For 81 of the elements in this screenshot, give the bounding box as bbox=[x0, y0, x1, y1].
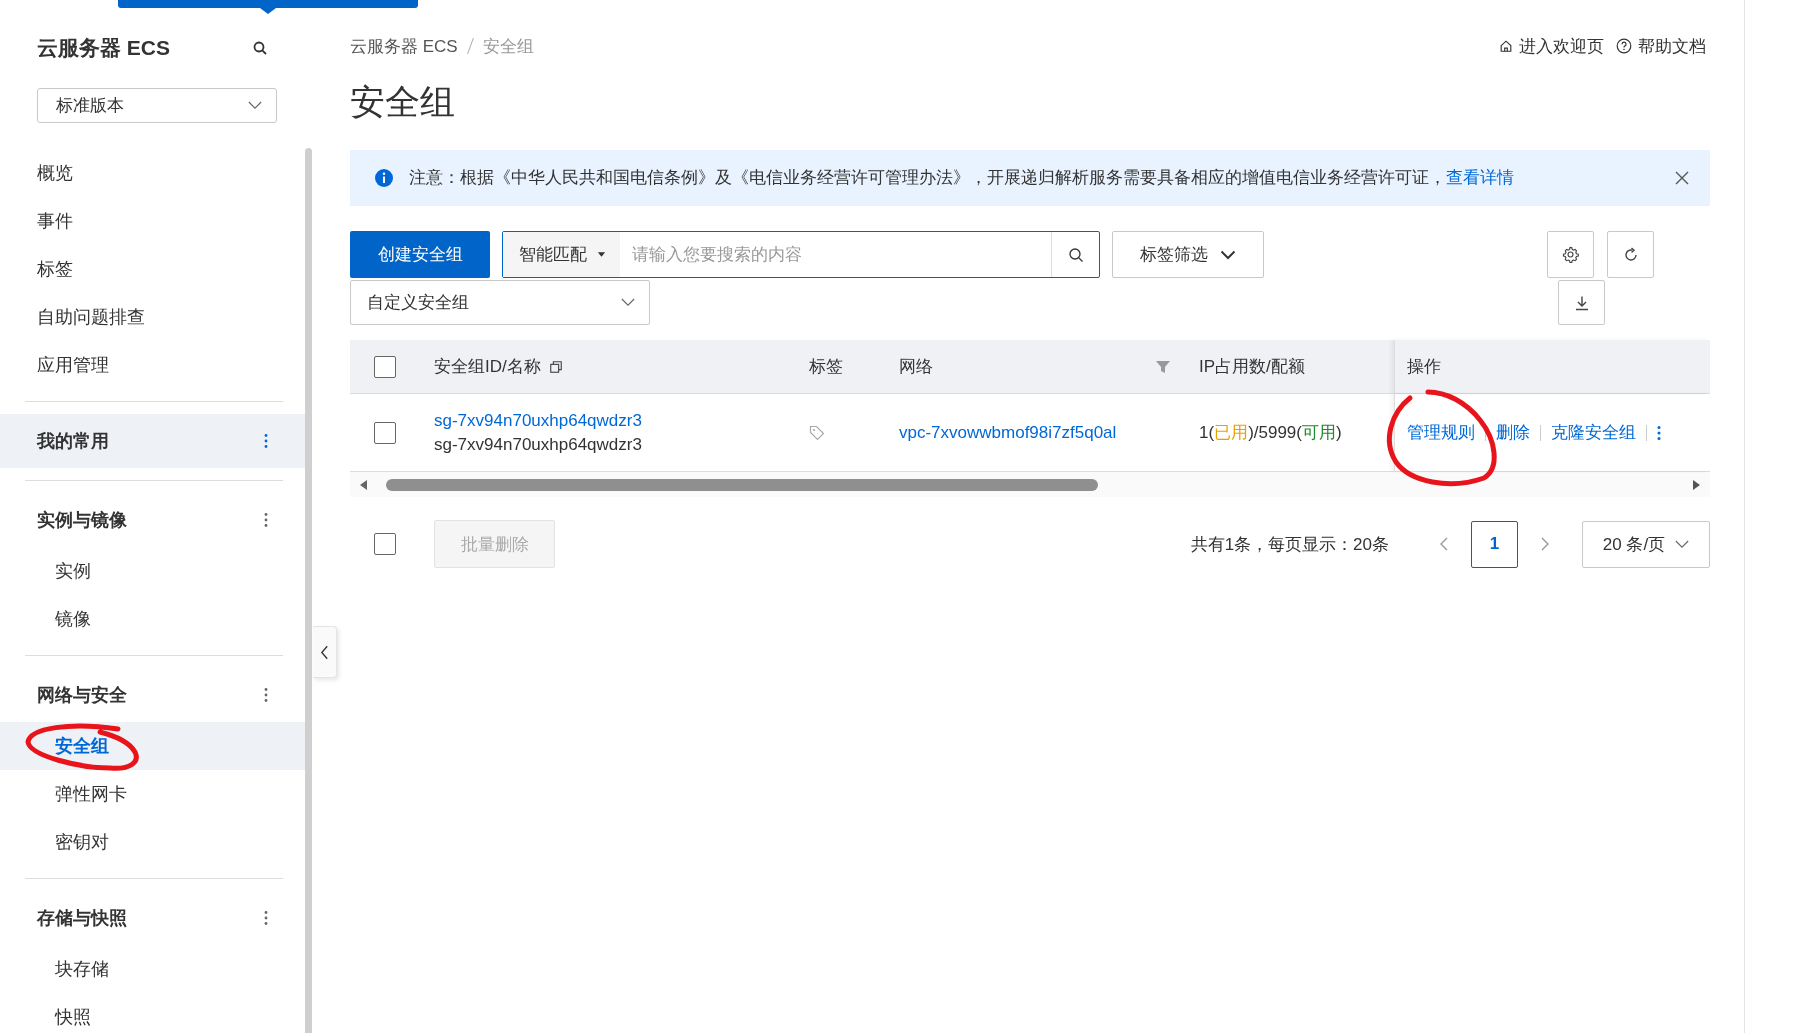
more-icon[interactable] bbox=[264, 512, 268, 528]
sidebar-item[interactable]: 概览 bbox=[0, 149, 305, 197]
sidebar-group-header[interactable]: 实例与镜像 bbox=[0, 493, 305, 547]
sidebar-item[interactable]: 安全组 bbox=[0, 722, 305, 770]
copy-icon[interactable] bbox=[548, 359, 563, 374]
horizontal-scrollbar[interactable] bbox=[350, 472, 1710, 497]
sidebar-group-title: 存储与快照 bbox=[37, 907, 127, 930]
sidebar-title: 云服务器 ECS bbox=[37, 35, 170, 61]
help-icon bbox=[1616, 38, 1632, 54]
checkbox[interactable] bbox=[374, 421, 396, 444]
checkbox[interactable] bbox=[374, 533, 396, 555]
pagination-summary: 共有1条，每页显示：20条 bbox=[1190, 533, 1389, 556]
chevron-down-icon bbox=[621, 298, 635, 307]
more-icon[interactable] bbox=[1657, 424, 1661, 441]
column-header: 标签 bbox=[808, 356, 844, 378]
sidebar-item[interactable]: 弹性网卡 bbox=[0, 770, 305, 818]
row-action-link[interactable]: 删除 bbox=[1496, 421, 1530, 444]
sidebar-item[interactable]: 自助问题排查 bbox=[0, 293, 305, 341]
scrollbar[interactable] bbox=[305, 148, 312, 1033]
vpc-link[interactable]: vpc-7xvowwbmof98i7zf5q0al bbox=[899, 422, 1117, 443]
page-button[interactable]: 1 bbox=[1471, 520, 1518, 568]
sidebar-item[interactable]: 应用管理 bbox=[0, 341, 305, 389]
previous-page-icon[interactable] bbox=[1439, 536, 1449, 552]
more-icon[interactable] bbox=[264, 433, 268, 449]
search-field[interactable]: 智能匹配 请输入您要搜索的内容 bbox=[502, 231, 1100, 278]
header-link[interactable]: 进入欢迎页 bbox=[1499, 34, 1604, 58]
header-link[interactable]: 帮助文档 bbox=[1616, 34, 1706, 58]
sidebar-item[interactable]: 事件 bbox=[0, 197, 305, 245]
more-icon[interactable] bbox=[264, 687, 268, 703]
column-header: 安全组ID/名称 bbox=[420, 340, 795, 393]
column-header: 网络 bbox=[885, 340, 1185, 393]
sidebar-item[interactable]: 标签 bbox=[0, 245, 305, 293]
download-icon bbox=[1573, 294, 1590, 311]
home-icon bbox=[1499, 39, 1513, 53]
settings-button[interactable] bbox=[1547, 231, 1594, 278]
scroll-right-icon[interactable] bbox=[1692, 478, 1702, 491]
chevron-left-icon bbox=[320, 644, 329, 660]
create-button[interactable]: 创建安全组 bbox=[350, 231, 490, 278]
sidebar-item[interactable]: 密钥对 bbox=[0, 818, 305, 866]
group-type-select[interactable]: 自定义安全组 bbox=[350, 280, 650, 325]
more-icon[interactable] bbox=[264, 910, 268, 926]
chevron-down-icon bbox=[248, 101, 262, 110]
sidebar-group-header[interactable]: 存储与快照 bbox=[0, 891, 305, 945]
ip-usage-text: 1(已用)/5999(可用) bbox=[1199, 422, 1342, 444]
caret-icon bbox=[597, 251, 606, 258]
refresh-button[interactable] bbox=[1607, 231, 1654, 278]
sidebar-item[interactable]: 实例 bbox=[0, 547, 305, 595]
column-header: IP占用数/配额 bbox=[1198, 356, 1306, 378]
sidebar-group-title: 我的常用 bbox=[37, 430, 109, 453]
scroll-left-icon[interactable] bbox=[358, 478, 368, 491]
page-size-select[interactable]: 20 条/页 bbox=[1582, 520, 1710, 568]
sidebar-group-title: 实例与镜像 bbox=[37, 509, 127, 532]
chevron-down-icon bbox=[1220, 249, 1236, 260]
next-page-icon[interactable] bbox=[1540, 536, 1550, 552]
checkbox[interactable] bbox=[374, 355, 396, 378]
security-group-id-link[interactable]: sg-7xv94n70uxhp64qwdzr3 bbox=[434, 410, 642, 431]
row-action-link[interactable]: 克隆安全组 bbox=[1551, 421, 1636, 444]
chevron-down-icon bbox=[1675, 539, 1690, 549]
close-icon[interactable] bbox=[1674, 170, 1690, 186]
search-icon[interactable] bbox=[252, 40, 268, 56]
sidebar-item[interactable]: 快照 bbox=[0, 993, 305, 1033]
match-mode-select[interactable]: 智能匹配 bbox=[503, 232, 620, 277]
column-header: 操作 bbox=[1394, 340, 1710, 393]
row-action-link[interactable]: 管理规则 bbox=[1407, 421, 1475, 444]
sidebar-group-header[interactable]: 我的常用 bbox=[0, 414, 305, 468]
tag-filter-button[interactable]: 标签筛选 bbox=[1112, 231, 1264, 278]
sidebar-group-title: 网络与安全 bbox=[37, 684, 127, 707]
info-icon bbox=[374, 168, 394, 188]
notice-text: 注意：根据《中华人民共和国电信条例》及《电信业务经营许可管理办法》，开展递归解析服务需要具备相应的增值电信业务经营许可证，查看详情 bbox=[409, 167, 1515, 188]
security-group-name: sg-7xv94n70uxhp64qwdzr3 bbox=[434, 434, 642, 455]
sidebar-item[interactable]: 块存储 bbox=[0, 945, 305, 993]
page-title: 安全组 bbox=[350, 81, 456, 123]
sidebar-group-header[interactable]: 网络与安全 bbox=[0, 668, 305, 722]
search-icon bbox=[1067, 246, 1084, 263]
edition-select[interactable]: 标准版本 bbox=[37, 88, 277, 123]
details-link[interactable]: 查看详情 bbox=[1446, 168, 1514, 186]
breadcrumb-item: 安全组 bbox=[482, 35, 534, 58]
breadcrumb-item[interactable]: 云服务器 ECS bbox=[350, 34, 458, 58]
sidebar-item[interactable]: 镜像 bbox=[0, 595, 305, 643]
settings-icon bbox=[1561, 245, 1580, 264]
refresh-icon bbox=[1622, 246, 1639, 263]
